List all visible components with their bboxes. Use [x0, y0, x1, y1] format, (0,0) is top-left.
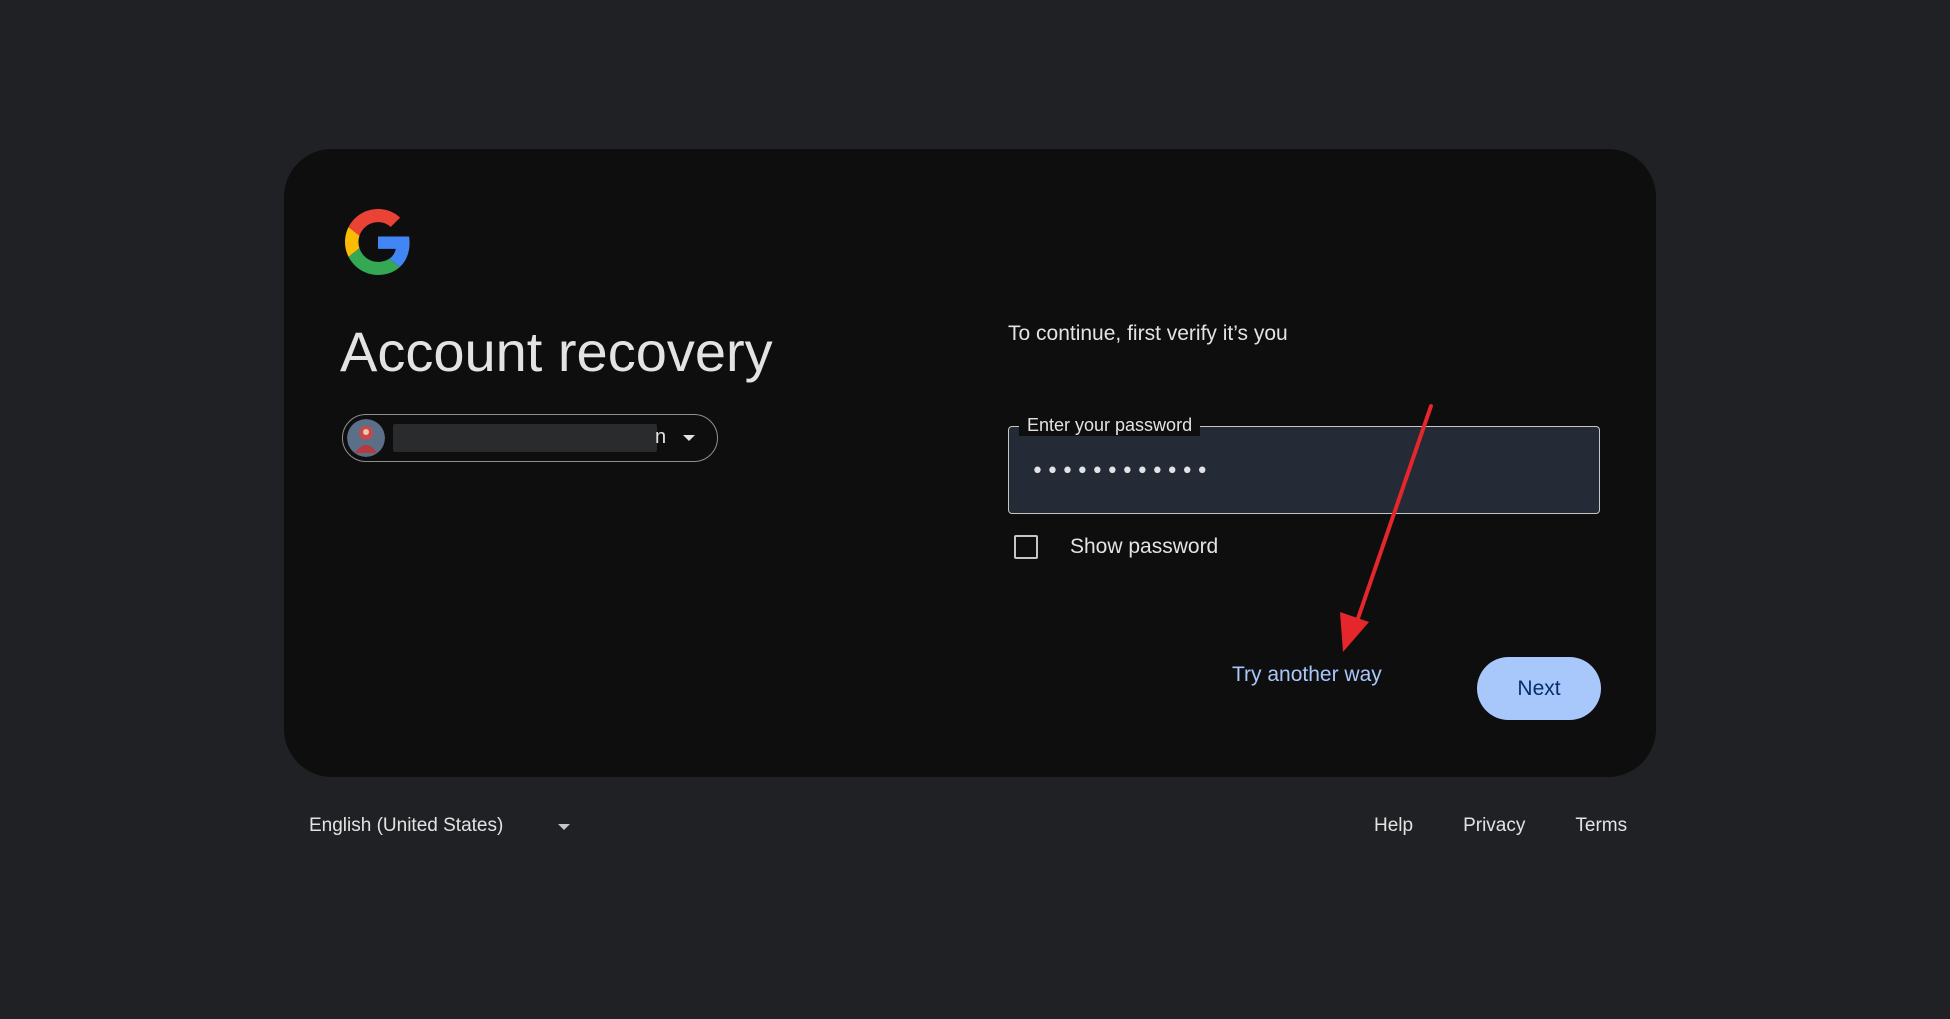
privacy-link[interactable]: Privacy [1463, 815, 1525, 837]
help-link[interactable]: Help [1374, 815, 1413, 837]
account-email: n [655, 426, 667, 448]
password-label: Enter your password [1019, 414, 1201, 436]
next-button[interactable]: Next [1477, 657, 1601, 720]
page-title: Account recovery [340, 320, 773, 383]
caret-down-icon[interactable] [558, 824, 570, 830]
verify-subtitle: To continue, first verify it’s you [1008, 322, 1288, 345]
show-password-label[interactable]: Show password [1070, 535, 1218, 559]
google-logo-icon [345, 209, 411, 275]
terms-link[interactable]: Terms [1575, 815, 1627, 837]
signin-card: Account recovery n To continue, first ve… [284, 149, 1656, 777]
account-selector[interactable]: n [342, 414, 718, 462]
password-input[interactable] [1031, 451, 1571, 491]
caret-down-icon[interactable] [683, 435, 695, 441]
footer-links: Help Privacy Terms [1374, 815, 1627, 837]
redacted-email [393, 424, 657, 452]
avatar [347, 419, 385, 457]
show-password-checkbox[interactable] [1014, 535, 1038, 559]
language-selector[interactable]: English (United States) [309, 815, 503, 837]
password-field[interactable]: Enter your password [1008, 414, 1600, 514]
try-another-way-button[interactable]: Try another way [1232, 663, 1382, 687]
show-password-toggle[interactable]: Show password [1014, 531, 1218, 563]
